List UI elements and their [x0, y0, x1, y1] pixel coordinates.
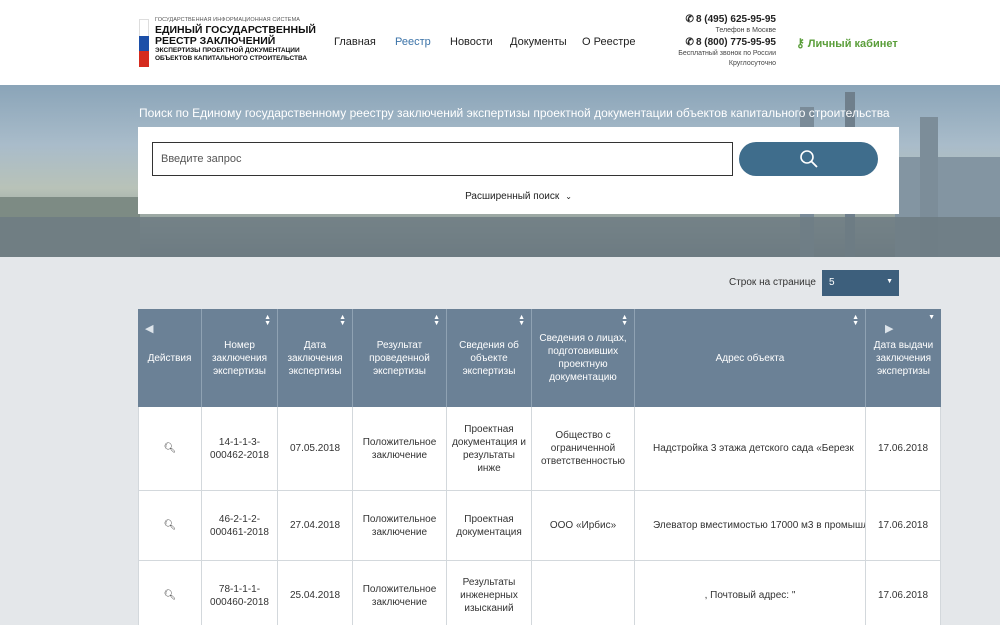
column-actions: ◀ Действия — [138, 309, 202, 407]
column-issue-date[interactable]: ▶ ▼ Дата выдачи заключения экспертизы — [866, 309, 941, 407]
cell-address: Элеватор вместимостью 17000 м3 в промышл — [635, 491, 866, 560]
logo-line-3: РЕЕСТР ЗАКЛЮЧЕНИЙ — [155, 35, 276, 47]
search-icon — [799, 150, 818, 168]
phone-russia[interactable]: ✆ 8 (800) 775-95-95 — [678, 36, 776, 49]
cell-address: Надстройка 3 этажа детского сада «Березк — [635, 407, 866, 490]
column-number-label: Номер заключения экспертизы — [211, 339, 268, 377]
sort-icon: ▲ ▼ — [433, 314, 440, 327]
sort-icon: ▲ ▼ — [852, 314, 859, 327]
cell-object: Результаты инженерных изысканий — [447, 561, 532, 625]
column-persons[interactable]: ▲ ▼ Сведения о лицах, подготовивших проект… — [532, 309, 635, 407]
logo-line-5: ОБЪЕКТОВ КАПИТАЛЬНОГО СТРОИТЕЛЬСТВА — [155, 55, 308, 62]
advanced-search-toggle[interactable]: Расширенный поиск ⌄ — [138, 191, 899, 202]
caret-down-icon: ▼ — [886, 278, 893, 285]
nav-item-documents[interactable]: Документы — [510, 36, 567, 48]
column-address-label: Адрес объекта — [715, 352, 785, 364]
column-number[interactable]: ▲ ▼ Номер заключения экспертизы — [202, 309, 278, 407]
column-actions-label: Действия — [147, 352, 192, 364]
cell-number: 14-1-1-3-000462-2018 — [202, 407, 278, 490]
search-input[interactable] — [152, 142, 733, 176]
search-title: Поиск по Единому государственному реестр… — [139, 106, 890, 120]
cell-date: 25.04.2018 — [278, 561, 353, 625]
cell-date: 07.05.2018 — [278, 407, 353, 490]
sort-icon: ▲ ▼ — [518, 314, 525, 327]
russia-flag-icon — [139, 19, 149, 68]
rows-per-page-value: 5 — [829, 277, 835, 288]
scroll-right-icon[interactable]: ▶ — [885, 323, 893, 336]
logo-line-4: ЭКСПЕРТИЗЫ ПРОЕКТНОЙ ДОКУМЕНТАЦИИ — [155, 47, 300, 54]
contacts-block: ✆ 8 (495) 625-95-95 Телефон в Москве ✆ 8 (… — [678, 13, 776, 69]
cell-result: Положительное заключение — [353, 407, 447, 490]
scroll-left-icon[interactable]: ◀ — [145, 323, 153, 336]
column-object[interactable]: ▲ ▼ Сведения об объекте экспертизы — [447, 309, 532, 407]
cell-persons: Общество с ограниченной ответственностью — [532, 407, 635, 490]
column-result-label: Результат проведенной экспертизы — [369, 339, 430, 377]
search-button[interactable] — [739, 142, 878, 176]
cell-result: Положительное заключение — [353, 561, 447, 625]
view-details-icon[interactable]: 🔍︎ — [164, 442, 177, 455]
nav-item-registry[interactable]: Реестр — [395, 36, 431, 48]
column-date[interactable]: ▲ ▼ Дата заключения экспертизы — [278, 309, 353, 407]
sort-icon: ▲ ▼ — [339, 314, 346, 327]
cell-number: 46-2-1-2-000461-2018 — [202, 491, 278, 560]
cell-result: Положительное заключение — [353, 491, 447, 560]
chevron-down-icon: ⌄ — [565, 192, 572, 201]
key-icon: ⚷ — [796, 36, 805, 50]
search-panel: Расширенный поиск ⌄ — [138, 127, 899, 214]
site-logo[interactable]: ГОСУДАРСТВЕННАЯ ИНФОРМАЦИОННАЯ СИСТЕМА Е… — [139, 17, 316, 68]
search-hero: Поиск по Единому государственному реестр… — [0, 85, 1000, 257]
cell-address: , Почтовый адрес: " — [635, 561, 866, 625]
cell-persons — [532, 561, 635, 625]
column-issue-date-label: Дата выдачи заключения экспертизы — [873, 339, 934, 377]
phone-icon: ✆ — [685, 14, 694, 25]
table-row[interactable]: 🔍︎ 14-1-1-3-000462-2018 07.05.2018 Полож… — [138, 407, 941, 491]
column-date-label: Дата заключения экспертизы — [287, 339, 343, 377]
cell-issue-date: 17.06.2018 — [866, 561, 941, 625]
table-header: ◀ Действия ▲ ▼ Номер заключения экспертизы… — [138, 309, 941, 407]
sort-desc-icon: ▼ — [928, 314, 935, 321]
phone-icon: ✆ — [685, 37, 694, 48]
view-details-icon[interactable]: 🔍︎ — [164, 589, 177, 602]
phone-moscow-note: Телефон в Москве — [715, 27, 776, 34]
column-persons-label: Сведения о лицах, подготовивших проектну… — [539, 333, 627, 383]
personal-cabinet-label: Личный кабинет — [807, 38, 898, 50]
cell-number: 78-1-1-1-000460-2018 — [202, 561, 278, 625]
nav-item-news[interactable]: Новости — [450, 36, 493, 48]
cell-issue-date: 17.06.2018 — [866, 491, 941, 560]
phone-hours-note: Круглосуточно — [728, 60, 776, 67]
advanced-search-label: Расширенный поиск — [465, 191, 560, 202]
logo-line-1: ГОСУДАРСТВЕННАЯ ИНФОРМАЦИОННАЯ СИСТЕМА — [155, 17, 301, 23]
phone-russia-number: 8 (800) 775-95-95 — [695, 37, 776, 48]
phone-moscow-number: 8 (495) 625-95-95 — [695, 14, 776, 25]
column-result[interactable]: ▲ ▼ Результат проведенной экспертизы — [353, 309, 447, 407]
cell-date: 27.04.2018 — [278, 491, 353, 560]
nav-item-about[interactable]: О Реестре — [582, 36, 635, 48]
phone-moscow[interactable]: ✆ 8 (495) 625-95-95 — [678, 13, 776, 26]
site-header: ГОСУДАРСТВЕННАЯ ИНФОРМАЦИОННАЯ СИСТЕМА Е… — [0, 0, 1000, 85]
personal-cabinet-link[interactable]: ⚷ Личный кабинет — [796, 36, 898, 50]
results-table: ◀ Действия ▲ ▼ Номер заключения экспертизы… — [138, 309, 941, 625]
table-row[interactable]: 🔍︎ 46-2-1-2-000461-2018 27.04.2018 Полож… — [138, 491, 941, 561]
column-address[interactable]: ▲ ▼ Адрес объекта — [635, 309, 866, 407]
rows-per-page-select[interactable]: 5 ▼ — [822, 270, 899, 296]
nav-item-home[interactable]: Главная — [334, 36, 376, 48]
view-details-icon[interactable]: 🔍︎ — [164, 519, 177, 532]
cell-issue-date: 17.06.2018 — [866, 407, 941, 490]
cell-persons: ООО «Ирбис» — [532, 491, 635, 560]
rows-per-page-label: Строк на странице — [729, 277, 816, 288]
table-row[interactable]: 🔍︎ 78-1-1-1-000460-2018 25.04.2018 Полож… — [138, 561, 941, 625]
cell-object: Проектная документация и результаты инже — [447, 407, 532, 490]
phone-russia-note: Бесплатный звонок по России — [678, 50, 776, 57]
cell-object: Проектная документация — [447, 491, 532, 560]
column-object-label: Сведения об объекте экспертизы — [459, 339, 519, 377]
sort-icon: ▲ ▼ — [264, 314, 271, 327]
sort-icon: ▲ ▼ — [621, 314, 628, 327]
